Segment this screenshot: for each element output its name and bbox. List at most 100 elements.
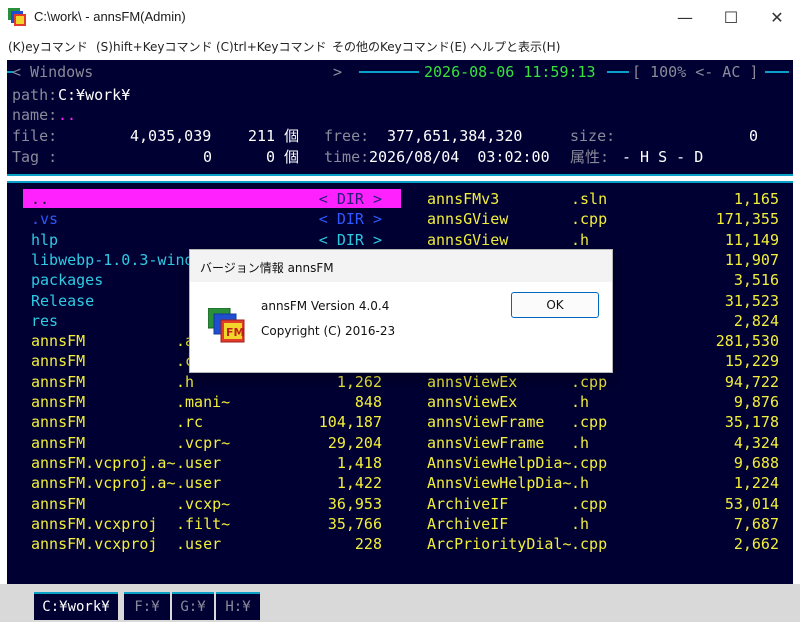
- minimize-button[interactable]: —: [662, 0, 708, 34]
- dialog-body: FM annsFM Version 4.0.4 Copyright (C) 20…: [190, 282, 612, 372]
- menu-help-display[interactable]: ヘルプと表示(H): [470, 38, 560, 55]
- version-text: annsFM Version 4.0.4: [261, 299, 390, 313]
- file-size: 3,516: [733, 271, 779, 290]
- file-name: ArcPriorityDial~: [427, 535, 572, 554]
- copyright-text: Copyright (C) 2016-23: [261, 324, 396, 338]
- file-size: 1,165: [733, 190, 779, 208]
- attr-label: 属性:: [570, 148, 610, 166]
- file-extension: .sln: [571, 190, 608, 208]
- file-name: annsFM: [31, 433, 86, 452]
- file-name: ArchiveIF: [427, 494, 509, 513]
- file-size: 2,662: [733, 535, 779, 554]
- tab-c-work[interactable]: C:¥work¥: [34, 592, 118, 620]
- file-extension: .cpp: [571, 453, 608, 472]
- file-extension: .cpp: [571, 413, 608, 432]
- annsfm-logo-icon: FM: [208, 308, 245, 343]
- file-name: annsFM: [31, 393, 86, 411]
- file-extension: .h: [176, 372, 195, 391]
- dialog-title: バージョン情報 annsFM: [200, 261, 334, 275]
- file-size: 1,262: [336, 372, 382, 391]
- file-name: annsViewFrame: [427, 433, 545, 452]
- file-name: annsFM: [31, 372, 86, 391]
- name-label: name:: [12, 106, 58, 124]
- file-bytes: 4,035,039: [130, 127, 212, 145]
- file-size: 11,149: [724, 230, 779, 249]
- file-name: AnnsViewHelpDia~: [427, 453, 572, 472]
- file-size: 11,907: [724, 250, 779, 269]
- file-name: .vs: [31, 210, 59, 229]
- file-size: 4,324: [733, 433, 779, 452]
- file-name: libwebp-1.0.3-wind: [31, 250, 194, 269]
- file-size: 94,722: [724, 372, 779, 391]
- file-extension: .h: [571, 433, 590, 452]
- file-name: packages: [31, 271, 104, 290]
- file-extension: .user: [176, 474, 222, 493]
- file-extension: .mani~: [176, 393, 231, 411]
- tab-g-drive[interactable]: G:¥: [172, 592, 214, 620]
- file-name: annsGView: [427, 210, 509, 229]
- path-label: path:: [12, 86, 58, 104]
- free-value: 377,651,384,320: [387, 127, 523, 145]
- file-label: file:: [12, 127, 58, 145]
- file-size: 29,204: [327, 433, 382, 452]
- tag-bytes: 0: [203, 148, 213, 166]
- file-extension: .h: [571, 230, 590, 249]
- file-size: 31,523: [724, 291, 779, 310]
- menu-key-commands[interactable]: (K)eyコマンド: [8, 38, 88, 55]
- tab-h-drive[interactable]: H:¥: [216, 592, 260, 620]
- file-name: AnnsViewHelpDia~: [427, 474, 572, 493]
- file-name: annsFM: [31, 332, 86, 351]
- svg-text:FM: FM: [226, 326, 244, 339]
- file-size: 171,355: [715, 210, 779, 229]
- file-extension: .h: [571, 514, 590, 533]
- menu-shift-key-commands[interactable]: (S)hift+Keyコマンド: [96, 38, 212, 55]
- annsfm-app-icon: [8, 8, 26, 26]
- file-name: annsFM.vcproj.a~: [31, 474, 176, 493]
- file-extension: .cpp: [571, 210, 608, 229]
- file-size: 7,687: [733, 514, 779, 533]
- maximize-button[interactable]: ☐: [708, 0, 754, 34]
- ok-button[interactable]: OK: [511, 292, 599, 318]
- menu-ctrl-key-commands[interactable]: (C)trl+Keyコマンド: [216, 38, 327, 55]
- file-size: 35,178: [724, 413, 779, 432]
- file-name: annsFM: [31, 413, 86, 432]
- file-name: annsFM.vcproj.a~: [31, 453, 176, 472]
- file-size: < DIR >: [318, 210, 382, 229]
- tab-f-drive[interactable]: F:¥: [124, 592, 170, 620]
- windows-next-arrow[interactable]: >: [333, 62, 342, 82]
- title-bar: C:\work\ - annsFM(Admin) — ☐ ✕: [0, 0, 800, 34]
- file-extension: .cpp: [571, 494, 608, 513]
- file-extension: .user: [176, 453, 222, 472]
- free-label: free:: [324, 127, 370, 145]
- tag-count: 0 個: [266, 148, 300, 166]
- file-size: 848: [354, 393, 382, 411]
- file-name: annsViewFrame: [427, 413, 545, 432]
- time-value: 2026/08/04 03:02:00: [369, 148, 550, 166]
- file-extension: .h: [571, 474, 590, 493]
- close-button[interactable]: ✕: [754, 0, 800, 34]
- file-name: annsFMv3: [427, 190, 500, 208]
- size-label: size:: [570, 127, 616, 145]
- windows-label[interactable]: < Windows: [12, 62, 93, 82]
- file-name: annsFM.vcxproj: [31, 514, 158, 533]
- path-value: C:¥work¥: [58, 86, 131, 104]
- datetime-display: 2026-08-06 11:59:13: [424, 63, 596, 81]
- file-size: 36,953: [327, 494, 382, 513]
- file-name: annsGView: [427, 230, 509, 249]
- file-size: 281,530: [715, 332, 779, 351]
- file-extension: .rc: [176, 413, 204, 432]
- drive-tab-bar: [0, 584, 800, 622]
- attr-value: - H S - D: [622, 148, 704, 166]
- file-extension: .filt~: [176, 514, 231, 533]
- file-extension: .h: [571, 393, 590, 411]
- file-name: ArchiveIF: [427, 514, 509, 533]
- file-size: 104,187: [318, 413, 382, 432]
- file-size: 9,876: [733, 393, 779, 411]
- file-name: annsViewEx: [427, 372, 518, 391]
- file-size: 15,229: [724, 352, 779, 371]
- file-name: hlp: [31, 230, 59, 249]
- menu-other-key-commands[interactable]: その他のKeyコマンド(E): [332, 38, 467, 55]
- file-size: < DIR >: [318, 190, 382, 208]
- file-count: 211 個: [248, 127, 300, 145]
- menu-bar: (K)eyコマンド (S)hift+Keyコマンド (C)trl+Keyコマンド…: [0, 34, 800, 58]
